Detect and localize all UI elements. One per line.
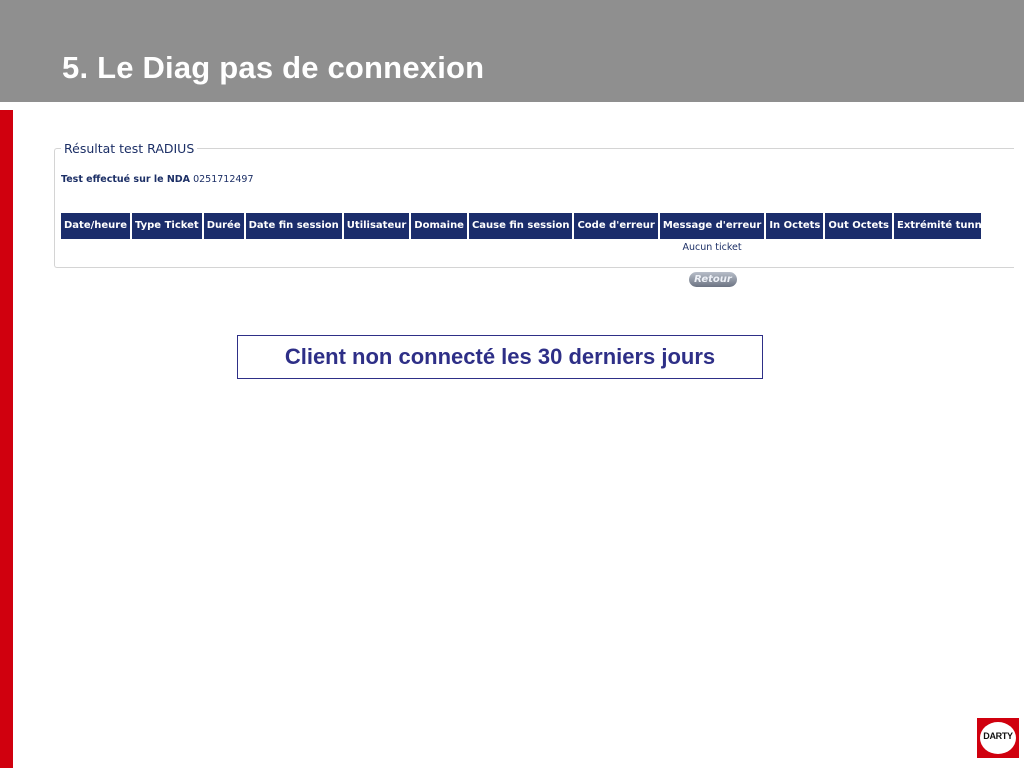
empty-message: Aucun ticket (682, 242, 742, 253)
logo-text: DARTY (983, 731, 1013, 741)
column-header: Date/heure (61, 213, 130, 239)
table-row: Aucun ticket (61, 239, 981, 253)
column-header: Out Octets (825, 213, 892, 239)
column-header: Cause fin session (468, 213, 573, 239)
column-header: Durée (203, 213, 244, 239)
left-accent-bar (0, 110, 13, 768)
column-header: Message d'erreur (659, 213, 765, 239)
retour-button[interactable]: Retour (689, 272, 737, 287)
nda-line: Test effectué sur le NDA 0251712497 (61, 174, 254, 185)
slide-header: 5. Le Diag pas de connexion (0, 0, 1024, 102)
panel-legend: Résultat test RADIUS (64, 141, 195, 156)
result-table: Date/heure Type Ticket Durée Date fin se… (60, 213, 981, 253)
callout-box: Client non connecté les 30 derniers jour… (237, 335, 763, 379)
column-header: Type Ticket (132, 213, 202, 239)
darty-logo: DARTY (977, 718, 1019, 758)
column-header: Domaine (411, 213, 467, 239)
nda-value: 0251712497 (193, 174, 254, 185)
column-header: Utilisateur (343, 213, 410, 239)
result-table-wrapper: Date/heure Type Ticket Durée Date fin se… (60, 213, 981, 253)
table-header-row: Date/heure Type Ticket Durée Date fin se… (61, 213, 981, 239)
column-header: Date fin session (245, 213, 342, 239)
column-header: In Octets (766, 213, 824, 239)
column-header: Extrémité tunnel L (893, 213, 981, 239)
slide-title: 5. Le Diag pas de connexion (62, 50, 485, 85)
nda-label: Test effectué sur le NDA (61, 174, 191, 185)
column-header: Code d'erreur (574, 213, 658, 239)
